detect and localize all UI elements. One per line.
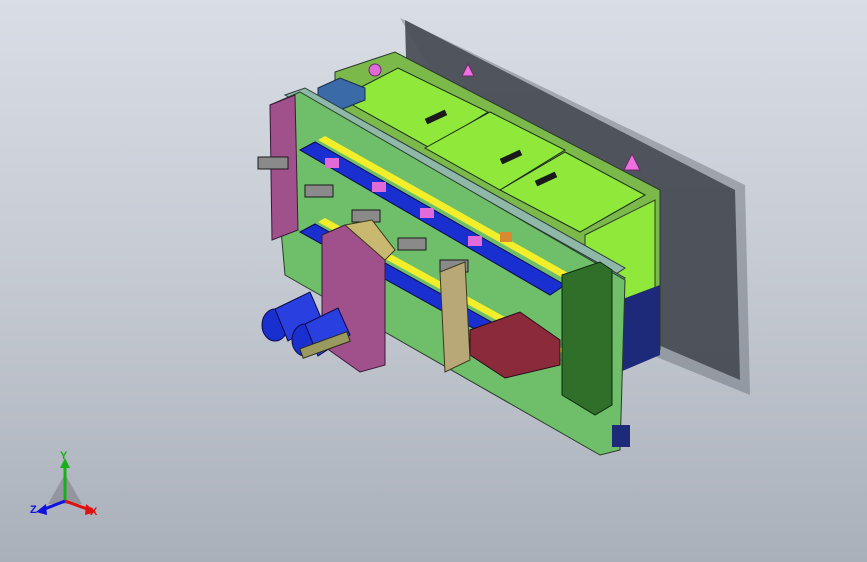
graphics-viewport[interactable]: Y X Z	[0, 0, 867, 562]
pink-carriage-3	[420, 208, 434, 218]
gripper-3	[351, 209, 381, 223]
z-axis-label: Z	[30, 504, 37, 516]
cad-model-assembly[interactable]	[0, 0, 867, 562]
pink-carriage-2	[372, 182, 386, 192]
x-axis-label: X	[90, 506, 98, 518]
gripper-4	[397, 237, 427, 251]
gripper-1	[257, 156, 289, 170]
pink-carriage-1	[325, 158, 339, 168]
housing-dark-band	[620, 285, 660, 372]
pink-fitting-1	[368, 63, 382, 77]
y-axis-label: Y	[60, 450, 68, 462]
tan-vertical-assembly	[439, 261, 471, 373]
dark-green-block	[561, 261, 613, 416]
orange-part	[500, 232, 512, 242]
bottom-foot	[612, 425, 630, 447]
pink-carriage-4	[468, 236, 482, 246]
gripper-2	[304, 184, 334, 198]
z-axis-arrow	[36, 504, 47, 515]
